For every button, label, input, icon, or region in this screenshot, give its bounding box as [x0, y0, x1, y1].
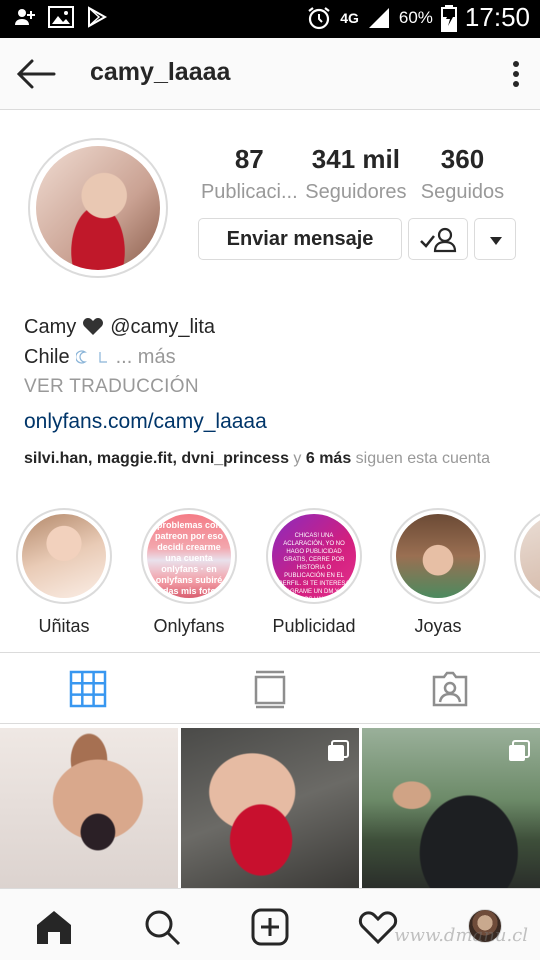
highlight-cover: problemas con patreon por eso decidí cre… [147, 514, 231, 598]
highlight-label: re [514, 616, 540, 637]
avatar-image [36, 146, 160, 270]
see-translation-link[interactable]: VER TRADUCCIÓN [24, 376, 199, 398]
nav-activity[interactable] [358, 907, 398, 947]
stat-label: Seguidos [420, 181, 505, 203]
back-arrow-icon [16, 59, 56, 89]
highlight-label: Publicidad [272, 616, 356, 636]
suggestions-dropdown-button[interactable] [474, 218, 516, 260]
bio-name-line: Camy @camy_lita [24, 312, 524, 342]
tab-grid[interactable] [68, 669, 108, 709]
stat-label: Seguidores [305, 181, 407, 203]
stat-posts[interactable]: 87 Publicaci... [196, 144, 303, 204]
tab-tagged[interactable] [430, 669, 470, 709]
bio-location-line: Chile ... más [24, 342, 524, 372]
followed-by-suffix: siguen esta cuenta [351, 450, 490, 467]
highlight-label: Uñitas [38, 616, 90, 636]
story-highlights: Uñitas problemas con patreon por eso dec… [0, 508, 540, 638]
profile-tabs [0, 652, 540, 724]
signal-icon [368, 7, 389, 28]
user-check-icon [420, 227, 457, 253]
stat-followers[interactable]: 341 mil Seguidores [303, 144, 410, 204]
status-right: 4G 60% 17:50 [306, 2, 530, 33]
highlight-ring [514, 508, 540, 604]
watermark: www.dmanu.cl [394, 925, 528, 946]
highlight-unitas[interactable]: Uñitas [16, 508, 112, 637]
highlight-ring [390, 508, 486, 604]
highlight-cover: CHICAS! UNA ACLARACIÓN, YO NO HAGO PUBLI… [272, 514, 356, 598]
followed-by-and: y [288, 450, 306, 467]
send-message-button[interactable]: Enviar mensaje [198, 218, 402, 260]
stat-label: Publicaci... [200, 181, 298, 203]
post-thumbnail[interactable] [0, 728, 178, 888]
followed-by-count: 6 más [305, 450, 352, 467]
moon-emoji-icon [75, 350, 87, 364]
followed-by-text[interactable]: silvi.han, maggie.fit, dvni_princess y 6… [24, 450, 518, 468]
search-icon [145, 910, 181, 946]
highlight-cover [520, 514, 540, 598]
nav-home[interactable] [34, 907, 74, 947]
highlight-onlyfans[interactable]: problemas con patreon por eso decidí cre… [141, 508, 237, 637]
highlight-label: Joyas [414, 616, 462, 636]
more-vertical-icon [513, 61, 519, 87]
highlight-ring [16, 508, 112, 604]
highlight-cover-text: CHICAS! UNA ACLARACIÓN, YO NO HAGO PUBLI… [278, 533, 350, 598]
tagged-user-icon [432, 671, 468, 707]
clock: 17:50 [464, 2, 530, 32]
profile-avatar[interactable] [28, 138, 168, 278]
highlight-label: Onlyfans [153, 616, 225, 636]
network-type: 4G [340, 9, 359, 26]
highlight-ring: CHICAS! UNA ACLARACIÓN, YO NO HAGO PUBLI… [266, 508, 362, 604]
profile-stats: 87 Publicaci... 341 mil Seguidores 360 S… [196, 144, 516, 204]
profile-bio: Camy @camy_lita Chile ... más [24, 312, 524, 372]
play-store-icon [88, 6, 108, 28]
bottom-navigation: www.dmanu.cl [0, 888, 540, 960]
highlight-cover-text: problemas con patreon por eso decidí cre… [154, 520, 225, 598]
nav-search[interactable] [142, 907, 182, 947]
highlight-cover [22, 514, 106, 598]
status-bar: 4G 60% 17:50 [0, 0, 540, 38]
stat-following[interactable]: 360 Seguidos [409, 144, 516, 204]
highlight-joyas[interactable]: Joyas [390, 508, 486, 637]
bio-mention[interactable]: @camy_lita [110, 313, 215, 341]
followed-by-names: silvi.han, maggie.fit, dvni_princess [24, 450, 289, 467]
add-user-notification-icon [15, 9, 35, 25]
caret-down-icon [490, 237, 502, 245]
feed-list-icon [254, 670, 286, 709]
stat-number: 360 [440, 144, 485, 174]
add-post-icon [251, 908, 289, 946]
battery-icon [440, 4, 457, 32]
posts-grid [0, 728, 540, 888]
black-heart-icon [83, 318, 104, 335]
post-thumbnail[interactable] [181, 728, 359, 888]
bio-website-link[interactable]: onlyfans.com/camy_laaaa [24, 410, 267, 434]
bio-more-link[interactable]: ... más [116, 343, 176, 371]
carousel-icon [509, 740, 530, 761]
post-thumbnail[interactable] [362, 728, 540, 888]
profile-name: Camy [24, 316, 77, 338]
top-navigation: camy_laaaa [0, 38, 540, 110]
grid-icon [69, 670, 107, 708]
following-button[interactable] [408, 218, 468, 260]
alarm-icon [308, 6, 330, 29]
highlight-cover [396, 514, 480, 598]
post-image [0, 728, 178, 888]
more-options-button[interactable] [506, 56, 526, 92]
image-notification-icon [48, 6, 74, 28]
highlight-partial[interactable]: re [514, 508, 540, 637]
stat-number: 87 [234, 144, 264, 174]
status-left [14, 6, 108, 28]
sparkle-emoji-icon [98, 352, 107, 363]
home-icon [37, 911, 71, 944]
bio-location: Chile [24, 346, 70, 368]
page-title: camy_laaaa [90, 58, 231, 86]
tab-feed[interactable] [250, 669, 290, 709]
highlight-ring: problemas con patreon por eso decidí cre… [141, 508, 237, 604]
nav-new-post[interactable] [250, 907, 290, 947]
carousel-icon [328, 740, 349, 761]
back-button[interactable] [14, 54, 58, 94]
highlight-publicidad[interactable]: CHICAS! UNA ACLARACIÓN, YO NO HAGO PUBLI… [266, 508, 362, 637]
battery-percent: 60% [398, 7, 433, 27]
stat-number: 341 mil [311, 144, 400, 174]
heart-icon [358, 911, 398, 945]
